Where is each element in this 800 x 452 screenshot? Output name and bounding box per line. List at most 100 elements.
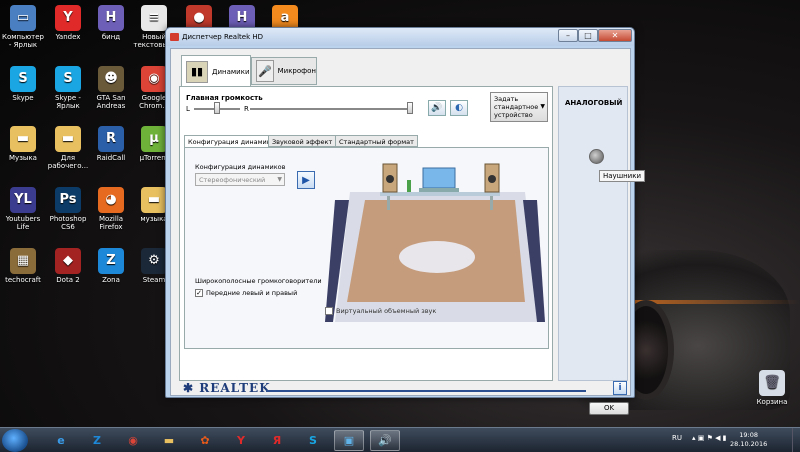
- desktop-icon[interactable]: ▬ Музыка: [0, 126, 46, 162]
- speaker-config-label: Конфигурация динамиков: [195, 163, 286, 171]
- taskbar-zona-button[interactable]: Z: [82, 430, 112, 451]
- speaker-volume-icon: 🔊: [431, 103, 443, 113]
- tray-icons[interactable]: ▴ ▣ ⚑ ◀ ▮: [692, 434, 727, 442]
- desktop-icon[interactable]: S Skype: [0, 66, 46, 102]
- taskbar-skype-button[interactable]: S: [298, 430, 328, 451]
- play-icon: ▶: [302, 174, 310, 186]
- select-arrow-icon: ▼: [277, 176, 282, 183]
- clock[interactable]: 19:08 28.10.2016: [730, 431, 767, 449]
- speaker-config-pane: Конфигурация динамиков Стереофонический …: [184, 147, 549, 349]
- close-button[interactable]: ✕: [598, 29, 632, 42]
- speaker-config-select[interactable]: Стереофонический ▼: [195, 173, 285, 186]
- desktop-icon[interactable]: Hбинд: [88, 5, 134, 41]
- show-desktop-button[interactable]: [792, 428, 800, 452]
- window-title: Диспетчер Realtek HD: [182, 33, 264, 41]
- realtek-crab-icon: ✱: [183, 381, 200, 395]
- virtual-surround-checkbox[interactable]: [325, 307, 333, 315]
- window-client: ▮▮ Динамики 🎤 Микрофон Главная громкость…: [170, 48, 646, 415]
- desktop-icon[interactable]: ▦ techocraft: [0, 248, 46, 284]
- tab-sound-effect[interactable]: Звуковой эффект: [268, 135, 337, 147]
- maximize-button[interactable]: □: [578, 29, 598, 42]
- minimize-button[interactable]: –: [558, 29, 578, 42]
- speakers-panel: Главная громкость L R 🔊 ◐ Задать стандар…: [179, 86, 553, 381]
- document-icon: H: [98, 5, 124, 31]
- desktop-icon[interactable]: ▬ Для рабочего...: [45, 126, 91, 170]
- desk-object: [407, 180, 411, 192]
- desktop-icon[interactable]: ◆ Dota 2: [45, 248, 91, 284]
- clock-date: 28.10.2016: [730, 440, 768, 448]
- folder-icon: ▬: [10, 126, 36, 152]
- desktop-icon[interactable]: Ps Photoshop CS6: [45, 187, 91, 231]
- desktop-icon[interactable]: ◕ Mozilla Firefox: [88, 187, 134, 231]
- taskbar: e Z ◉ ▬ ✿ Y Я S ▣ 🔊 RU ▴ ▣ ⚑ ◀ ▮ 19:08 28.10.2016: [0, 427, 800, 452]
- desktop-icon[interactable]: S Skype - Ярлык: [45, 66, 91, 110]
- taskbar-media-button[interactable]: ✿: [190, 430, 220, 451]
- desktop-icon-label: GTA San Andreas: [96, 94, 126, 110]
- utorrent-icon: µ: [141, 126, 167, 152]
- computer-icon: ▭: [10, 5, 36, 31]
- left-speaker-cone: [386, 175, 394, 183]
- volume-slider[interactable]: [407, 102, 413, 114]
- taskbar-yandex-button[interactable]: Y: [226, 430, 256, 451]
- recycle-bin[interactable]: 🗑 Корзина: [749, 370, 795, 406]
- recycle-bin-icon: 🗑: [759, 370, 785, 396]
- desktop-icon[interactable]: ▭ Компьютер - Ярлык: [0, 5, 46, 49]
- language-indicator[interactable]: RU: [672, 434, 682, 442]
- balance-right-label: R: [244, 105, 249, 113]
- taskbar-speaker-button[interactable]: 🔊: [370, 430, 400, 451]
- gta-icon: ☻: [98, 66, 124, 92]
- skype-icon: S: [10, 66, 36, 92]
- front-lr-checkbox[interactable]: ✓: [195, 289, 203, 297]
- speaker-config-value: Стереофонический: [199, 176, 266, 184]
- info-icon: i: [618, 383, 622, 393]
- skype-icon: S: [55, 66, 81, 92]
- ok-button[interactable]: OK: [589, 402, 629, 415]
- title-bar[interactable]: Диспетчер Realtek HD – □ ✕: [166, 28, 634, 46]
- mute-button[interactable]: 🔊: [428, 100, 446, 116]
- balance-button[interactable]: ◐: [450, 100, 468, 116]
- balance-slider[interactable]: [214, 102, 220, 114]
- tab-default-format[interactable]: Стандартный формат: [335, 135, 418, 147]
- desktop-icon-label: techocraft: [5, 276, 41, 284]
- desktop-icon-label: Mozilla Firefox: [98, 215, 124, 231]
- tab-speakers-label: Динамики: [212, 67, 250, 76]
- text-file-icon: ≡: [141, 5, 167, 31]
- headphone-jack[interactable]: [589, 149, 604, 164]
- recycle-bin-label: Корзина: [756, 398, 788, 406]
- set-default-label: Задать стандартное устройство: [494, 95, 539, 119]
- start-button[interactable]: [2, 429, 28, 452]
- play-test-button[interactable]: ▶: [297, 171, 315, 189]
- taskbar-remote-button[interactable]: ▣: [334, 430, 364, 451]
- balance-left-label: L: [186, 105, 190, 113]
- analog-label: АНАЛОГОВЫЙ: [565, 99, 623, 107]
- sound-field: [399, 241, 475, 273]
- taskbar-ie-button[interactable]: e: [46, 430, 76, 451]
- chrome-icon: ◉: [141, 66, 167, 92]
- desktop-icon[interactable]: YL Youtubers Life: [0, 187, 46, 231]
- wideband-speakers-label: Широкополосные громкоговорители: [195, 277, 322, 285]
- laptop-screen: [422, 167, 456, 189]
- speaker-room-visual: [325, 163, 545, 322]
- virtual-surround-row[interactable]: Виртуальный объемный звук: [325, 307, 436, 315]
- desktop-icon-label: Для рабочего...: [47, 154, 89, 170]
- clock-time: 19:08: [739, 431, 758, 439]
- analog-panel: АНАЛОГОВЫЙ Наушники: [558, 86, 646, 381]
- desk-leg-right: [490, 196, 493, 210]
- desktop-icon[interactable]: R RaidCall: [88, 126, 134, 162]
- desktop-icon[interactable]: Y Yandex: [45, 5, 91, 41]
- desktop-icon-label: Yandex: [55, 33, 81, 41]
- front-lr-checkbox-row[interactable]: ✓ Передние левый и правый: [195, 289, 297, 297]
- photoshop-icon: Ps: [55, 187, 81, 213]
- taskbar-chrome-button[interactable]: ◉: [118, 430, 148, 451]
- taskbar-folder-button[interactable]: ▬: [154, 430, 184, 451]
- tab-microphone[interactable]: 🎤 Микрофон: [251, 57, 317, 85]
- desktop-icon[interactable]: Z Zona: [88, 248, 134, 284]
- desktop-icon-label: Zona: [102, 276, 120, 284]
- set-default-device-button[interactable]: Задать стандартное устройство ▼: [490, 92, 548, 122]
- desktop-icon[interactable]: ☻ GTA San Andreas: [88, 66, 134, 110]
- volume-track: [250, 108, 410, 110]
- info-button[interactable]: i: [613, 381, 627, 395]
- taskbar-yandex-browser-button[interactable]: Я: [262, 430, 292, 451]
- tab-speakers[interactable]: ▮▮ Динамики: [181, 55, 251, 87]
- realtek-window: Диспетчер Realtek HD – □ ✕ ▮▮ Динамики 🎤…: [165, 27, 646, 415]
